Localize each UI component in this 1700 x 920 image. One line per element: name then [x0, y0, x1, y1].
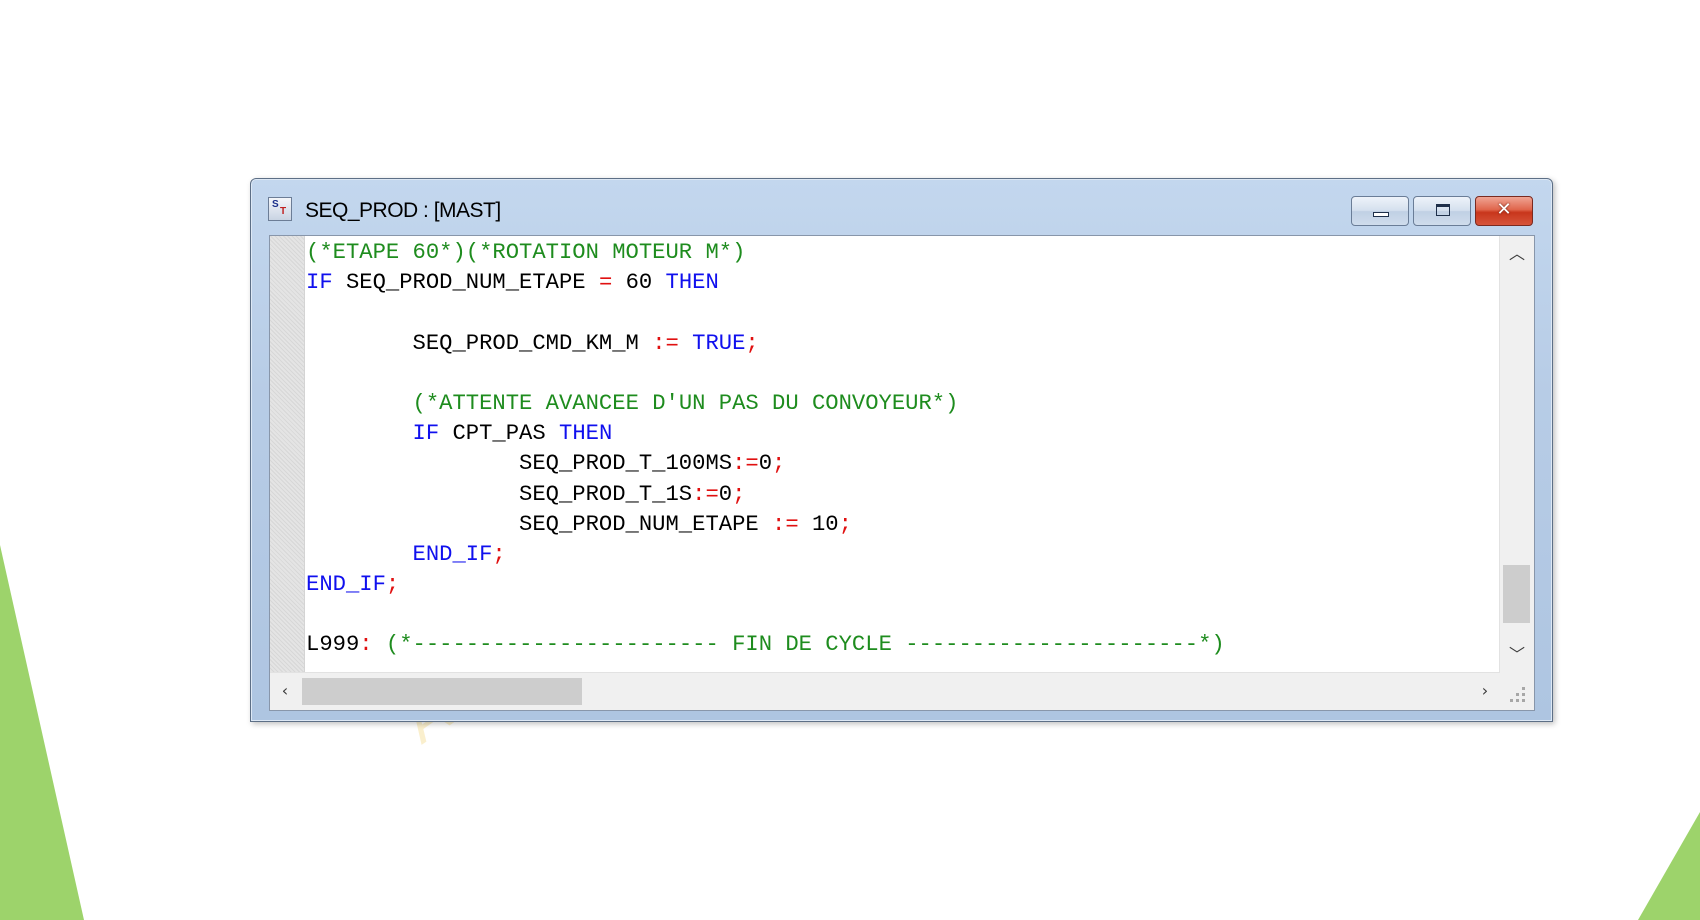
icon-letter-s: S [272, 199, 279, 210]
minimize-button[interactable] [1351, 196, 1409, 226]
keyword-token: END_IF [412, 541, 493, 567]
maximize-button[interactable] [1413, 196, 1471, 226]
operator-token: ; [838, 511, 852, 537]
operator-token: ; [732, 481, 746, 507]
keyword-token: THEN [665, 270, 719, 296]
keyword-token: IF [412, 421, 440, 447]
identifier-token: SEQ_PROD_NUM_ETAPE [306, 511, 773, 537]
operator-token: := [732, 451, 759, 477]
code-editor[interactable]: (*ETAPE 60*)(*ROTATION MOTEUR M*) IF SEQ_… [306, 236, 1478, 675]
code-line[interactable]: (*ETAPE 60*)(*ROTATION MOTEUR M*) [306, 238, 1478, 268]
close-icon: ✕ [1496, 199, 1512, 220]
editor-window: S T SEQ_PROD : [MAST] ✕ (*ETAPE 60*)(*RO… [250, 178, 1553, 722]
comment-token: (*----------------------- FIN DE CYCLE -… [385, 632, 1225, 658]
identifier-token: 0 [718, 481, 733, 507]
editor-client-area: (*ETAPE 60*)(*ROTATION MOTEUR M*) IF SEQ_… [269, 235, 1535, 711]
operator-token: := [772, 511, 799, 537]
green-triangle-decoration-left [0, 545, 84, 920]
horizontal-scrollbar[interactable]: ‹ › [270, 672, 1500, 710]
operator-token: ; [745, 330, 759, 356]
operator-token: ; [492, 541, 506, 567]
code-line[interactable]: IF CPT_PAS THEN [306, 419, 1478, 449]
operator-token: = [598, 270, 613, 296]
icon-letter-t: T [280, 206, 287, 217]
identifier-token [373, 632, 386, 657]
operator-token: := [692, 481, 719, 507]
identifier-token: 0 [758, 451, 773, 477]
comment-token: (*ETAPE 60*)(*ROTATION MOTEUR M*) [306, 240, 746, 265]
resize-grip-icon[interactable] [1500, 673, 1534, 710]
code-line[interactable]: END_IF; [306, 570, 1478, 600]
identifier-token: SEQ_PROD_T_1S [306, 481, 693, 507]
identifier-token: CPT_PAS [439, 421, 560, 447]
green-triangle-decoration-right [1638, 812, 1700, 920]
code-line[interactable]: (*ATTENTE AVANCEE D'UN PAS DU CONVOYEUR*… [306, 389, 1478, 419]
identifier-token [306, 391, 413, 416]
window-title: SEQ_PROD : [MAST] [305, 199, 501, 222]
line-gutter[interactable] [270, 236, 305, 673]
chevron-up-icon[interactable]: ︿ [1500, 240, 1534, 268]
code-line[interactable]: L999: (*----------------------- FIN DE C… [306, 630, 1478, 660]
keyword-token: TRUE [692, 330, 746, 356]
code-line[interactable]: SEQ_PROD_T_1S:=0; [306, 480, 1478, 510]
identifier-token: SEQ_PROD_NUM_ETAPE [332, 270, 599, 296]
structured-text-icon[interactable]: S T [268, 197, 292, 221]
code-line[interactable]: SEQ_PROD_T_100MS:=0; [306, 449, 1478, 479]
chevron-down-icon[interactable]: ﹀ [1500, 641, 1534, 669]
identifier-token: 10 [798, 511, 839, 537]
code-line[interactable]: SEQ_PROD_NUM_ETAPE := 10; [306, 510, 1478, 540]
maximize-icon [1436, 204, 1450, 216]
operator-token: := [652, 330, 679, 356]
chevron-left-icon[interactable]: ‹ [270, 677, 300, 705]
code-line[interactable] [306, 298, 1478, 328]
code-line[interactable] [306, 359, 1478, 389]
vertical-scrollbar[interactable]: ︿ ﹀ [1499, 236, 1534, 673]
title-bar[interactable]: S T SEQ_PROD : [MAST] ✕ [251, 179, 1552, 226]
horizontal-scroll-thumb[interactable] [302, 678, 582, 705]
identifier-token [679, 331, 692, 356]
identifier-token [306, 421, 413, 446]
code-line[interactable] [306, 600, 1478, 630]
close-button[interactable]: ✕ [1475, 196, 1533, 226]
operator-token: ; [385, 572, 400, 598]
identifier-token [306, 542, 413, 567]
identifier-token: SEQ_PROD_T_100MS [306, 451, 733, 477]
keyword-token: IF [306, 270, 333, 296]
identifier-token: SEQ_PROD_CMD_KM_M [306, 330, 653, 356]
operator-token: : [359, 632, 373, 658]
identifier-token: L999 [306, 632, 360, 658]
code-line[interactable]: SEQ_PROD_CMD_KM_M := TRUE; [306, 329, 1478, 359]
operator-token: ; [772, 451, 786, 477]
vertical-scroll-thumb[interactable] [1503, 565, 1530, 623]
comment-token: (*ATTENTE AVANCEE D'UN PAS DU CONVOYEUR*… [412, 390, 959, 416]
keyword-token: END_IF [306, 572, 386, 598]
minimize-icon [1373, 212, 1389, 217]
chevron-right-icon[interactable]: › [1470, 677, 1500, 705]
identifier-token: 60 [612, 270, 666, 296]
code-line[interactable]: IF SEQ_PROD_NUM_ETAPE = 60 THEN [306, 268, 1478, 298]
slide-page: AE S T SEQ_PROD : [MAST] ✕ (*ETAPE 60*)(… [0, 0, 1700, 920]
code-line[interactable]: END_IF; [306, 540, 1478, 570]
keyword-token: THEN [559, 421, 613, 447]
